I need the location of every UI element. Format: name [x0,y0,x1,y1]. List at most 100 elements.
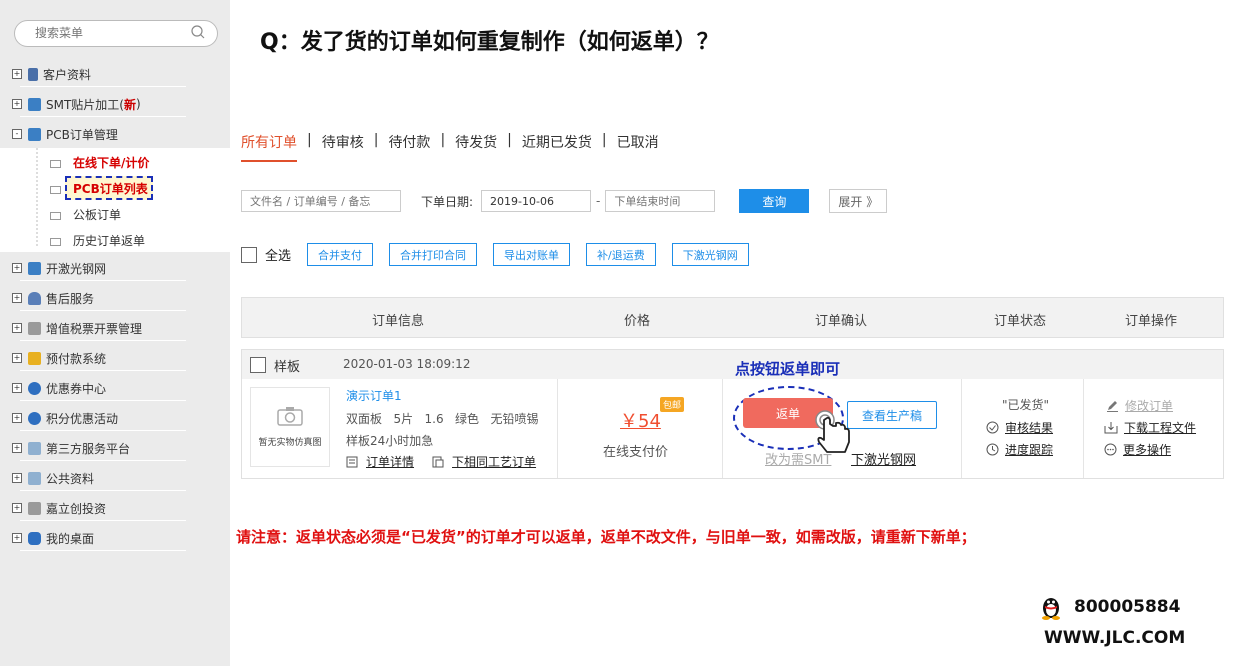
modify-order-item[interactable]: 修改订单 [1106,397,1173,414]
main-content: Q：发了货的订单如何重复制作（如何返单）？ 所有订单 | 待审核 | 待付款 |… [230,0,1244,666]
prepay-icon [28,351,41,365]
select-all-label: 全选 [265,249,292,264]
sidebar-item-service[interactable]: + 售后服务 [0,285,230,311]
same-process-order-link[interactable]: 下相同工艺订单 [452,453,536,470]
keyword-input[interactable] [241,190,401,212]
desktop-icon [28,531,41,545]
order-detail-link[interactable]: 订单详情 [366,453,414,470]
laser-stencil-button[interactable]: 下激光钢网 [671,243,749,266]
progress-link[interactable]: 进度跟踪 [1005,441,1053,458]
sidebar-item-pcb-orders[interactable]: - PCB订单管理 [0,121,230,147]
order-links: 订单详情 下相同工艺订单 [346,453,536,470]
download-files-link[interactable]: 下载工程文件 [1124,419,1196,436]
subitem-online-order[interactable]: 在线下单/计价 [50,151,149,173]
sidebar-item-label: 积分优惠活动 [46,411,119,426]
laser-icon [28,261,41,275]
shipping-fee-button[interactable]: 补/退运费 [586,243,656,266]
date-label: 下单日期: [421,194,474,209]
tab-separator: | [373,132,379,148]
qq-number: 800005884 [1074,597,1181,617]
review-result-item[interactable]: 审核结果 [986,419,1053,436]
order-checkbox[interactable] [250,357,266,373]
expand-icon[interactable]: + [12,443,22,453]
laser-stencil-link[interactable]: 下激光钢网 [851,449,916,468]
expand-icon[interactable]: + [12,413,22,423]
expand-icon[interactable]: + [12,383,22,393]
sidebar-item-points[interactable]: + 积分优惠活动 [0,405,230,431]
sidebar-item-label: 开激光钢网 [46,261,107,276]
tab-pending-payment[interactable]: 待付款 [388,132,430,152]
new-badge: 新 [123,97,136,112]
sidebar: + 客户资料 + SMT贴片加工(新) - PCB订单管理 在线下单/计价 PC… [0,0,230,666]
date-end-input[interactable] [605,190,716,212]
sidebar-item-invoice[interactable]: + 增值税票开票管理 [0,315,230,341]
tab-all-orders[interactable]: 所有订单 [241,132,297,162]
expand-icon[interactable]: + [12,69,22,79]
order-speed: 样板24小时加急 [346,434,434,448]
subitem-history-reorder[interactable]: 历史订单返单 [50,229,145,251]
select-all-checkbox[interactable] [241,246,257,263]
contact-block: 800005884 WWW.JLC.COM [1042,594,1185,648]
search-box[interactable] [14,20,218,47]
expand-icon[interactable]: + [12,503,22,513]
subitem-public-board[interactable]: 公板订单 [50,203,121,225]
sidebar-item-laser[interactable]: + 开激光钢网 [0,255,230,281]
download-icon [1104,422,1118,434]
sidebar-item-label: PCB订单管理 [46,127,118,142]
sidebar-item-label: SMT贴片加工( [46,97,124,112]
sidebar-item-third-party[interactable]: + 第三方服务平台 [0,435,230,461]
export-statement-button[interactable]: 导出对账单 [493,243,571,266]
expand-icon[interactable]: + [12,473,22,483]
sidebar-item-public[interactable]: + 公共资料 [0,465,230,491]
sidebar-item-smt[interactable]: + SMT贴片加工(新) [0,91,230,117]
merge-pay-button[interactable]: 合并支付 [307,243,374,266]
download-item[interactable]: 下载工程文件 [1104,419,1196,436]
more-ops-link[interactable]: 更多操作 [1123,441,1171,458]
order-status: "已发货" [1002,398,1050,412]
header-operation: 订单操作 [1125,314,1178,329]
tab-separator: | [601,132,607,148]
order-name[interactable]: 演示订单1 [346,387,402,404]
expand-icon[interactable]: + [12,533,22,543]
subitem-label: 历史订单返单 [73,233,146,248]
expand-button[interactable]: 展开 》 [829,189,888,213]
pcb-icon [28,127,41,141]
order-price[interactable]: ￥54 [620,407,661,433]
collapse-icon[interactable]: - [12,129,22,139]
merge-print-contract-button[interactable]: 合并打印合同 [389,243,478,266]
sidebar-item-coupon[interactable]: + 优惠券中心 [0,375,230,401]
tab-cancelled[interactable]: 已取消 [617,132,659,152]
sidebar-item-desktop[interactable]: + 我的桌面 [0,525,230,551]
expand-icon[interactable]: + [12,99,22,109]
change-smt-link[interactable]: 改为需SMT [765,449,831,468]
query-button[interactable]: 查询 [739,189,810,213]
date-start-input[interactable] [481,190,592,212]
sidebar-item-label: 我的桌面 [46,531,95,546]
review-result-link[interactable]: 审核结果 [1005,419,1053,436]
camera-icon [277,407,303,426]
subitem-label: 公板订单 [73,207,122,222]
progress-item[interactable]: 进度跟踪 [986,441,1053,458]
customer-icon [28,67,38,81]
sidebar-item-invest[interactable]: + 嘉立创投资 [0,495,230,521]
pay-type: 在线支付价 [603,445,669,460]
subitem-pcb-list[interactable]: PCB订单列表 [50,177,148,199]
expand-icon[interactable]: + [12,323,22,333]
header-confirm: 订单确认 [815,314,868,329]
tab-recently-shipped[interactable]: 近期已发货 [522,132,592,152]
expand-icon[interactable]: + [12,263,22,273]
tab-pending-shipment[interactable]: 待发货 [455,132,497,152]
tab-pending-review[interactable]: 待审核 [322,132,364,152]
search-icon[interactable] [191,25,205,39]
expand-icon[interactable]: + [12,353,22,363]
expand-icon[interactable]: + [12,293,22,303]
search-input[interactable] [33,25,187,41]
sidebar-item-customer[interactable]: + 客户资料 [0,61,230,87]
sidebar-item-label: 增值税票开票管理 [46,321,143,336]
qq-penguin-icon [1042,598,1060,620]
modify-order-link[interactable]: 修改订单 [1125,397,1173,414]
doc-icon [50,160,61,168]
sidebar-item-label: 售后服务 [46,291,95,306]
more-ops-item[interactable]: 更多操作 [1104,441,1171,458]
sidebar-item-prepay[interactable]: + 预付款系统 [0,345,230,371]
